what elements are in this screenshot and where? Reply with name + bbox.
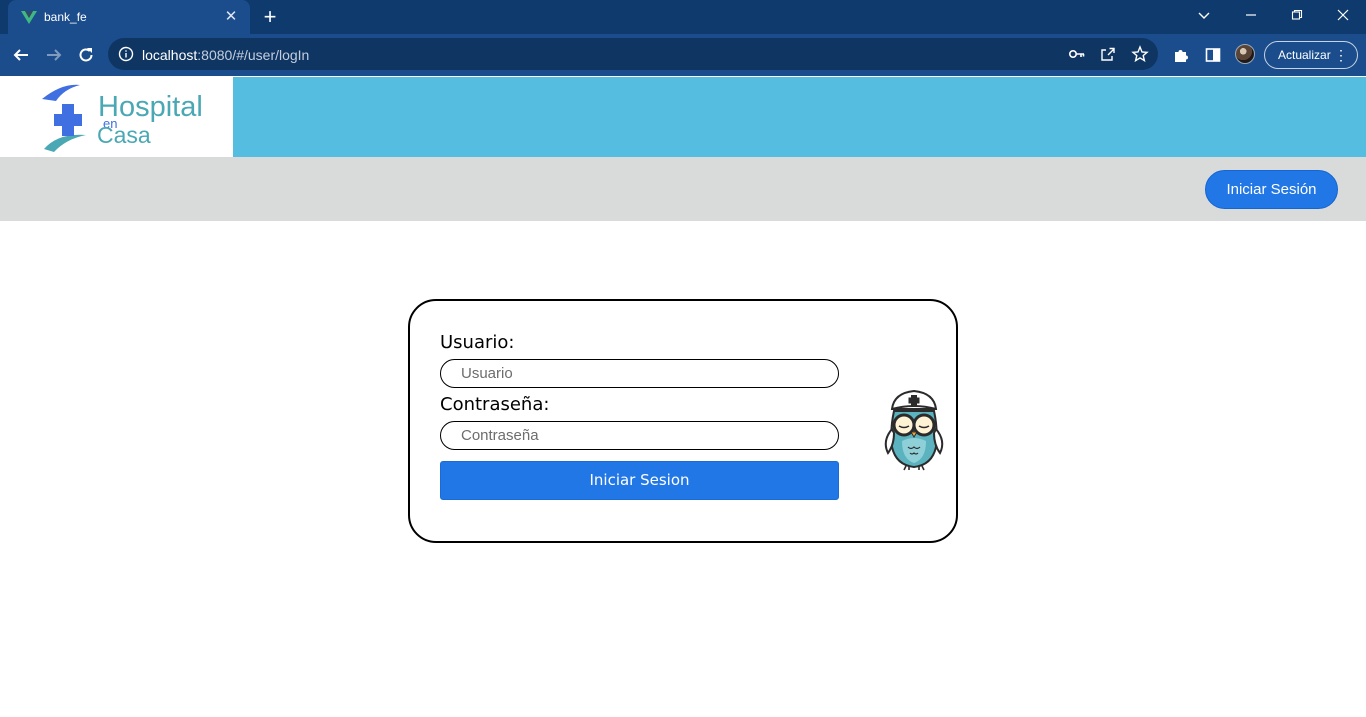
update-browser-button[interactable]: Actualizar ⋮ xyxy=(1264,41,1358,69)
tab-close-icon[interactable]: ✕ xyxy=(222,8,240,26)
side-panel-icon[interactable] xyxy=(1203,45,1223,65)
arrow-left-icon[interactable] xyxy=(8,42,34,68)
key-icon[interactable] xyxy=(1068,45,1086,63)
nav-bar: Iniciar Sesión xyxy=(0,157,1366,221)
browser-tab-bar: bank_fe ✕ + xyxy=(0,0,1366,34)
nurse-owl-icon xyxy=(884,389,944,471)
tab-search-icon[interactable] xyxy=(1181,0,1227,30)
browser-tab[interactable]: bank_fe ✕ xyxy=(8,0,250,34)
minimize-icon[interactable] xyxy=(1228,0,1274,30)
info-icon[interactable] xyxy=(118,46,134,62)
user-label: Usuario: xyxy=(440,332,515,353)
hospital-logo-graphic: Hospital en Casa xyxy=(42,84,203,152)
update-label: Actualizar xyxy=(1278,48,1331,62)
star-icon[interactable] xyxy=(1131,45,1149,63)
password-label: Contraseña: xyxy=(440,394,550,415)
tab-title: bank_fe xyxy=(44,10,87,24)
password-input[interactable] xyxy=(440,421,839,450)
login-submit-button[interactable]: Iniciar Sesion xyxy=(440,461,839,500)
logo-casa-text: Casa xyxy=(97,122,151,148)
site-header: Hospital en Casa xyxy=(0,77,1366,157)
address-bar[interactable]: localhost:8080/#/user/logIn xyxy=(108,38,1158,70)
url-host: localhost xyxy=(142,47,198,63)
restore-icon[interactable] xyxy=(1274,0,1320,30)
url-path: :8080/#/user/logIn xyxy=(197,47,310,63)
browser-toolbar: localhost:8080/#/user/logIn Actualizar ⋮ xyxy=(0,34,1366,76)
reload-icon[interactable] xyxy=(73,42,99,68)
login-nav-button[interactable]: Iniciar Sesión xyxy=(1205,170,1338,209)
vue-logo-icon xyxy=(20,8,38,26)
share-icon[interactable] xyxy=(1099,45,1117,63)
hospital-logo[interactable]: Hospital en Casa xyxy=(0,77,233,157)
arrow-right-icon[interactable] xyxy=(41,42,67,68)
new-tab-button[interactable]: + xyxy=(258,6,282,28)
user-input[interactable] xyxy=(440,359,839,388)
more-menu-icon[interactable]: ⋮ xyxy=(1334,42,1348,68)
login-card: Usuario: Contraseña: Iniciar Sesion xyxy=(408,299,958,543)
close-window-icon[interactable] xyxy=(1320,0,1366,30)
profile-avatar[interactable] xyxy=(1235,44,1255,64)
puzzle-icon[interactable] xyxy=(1171,45,1191,65)
url-text[interactable]: localhost:8080/#/user/logIn xyxy=(142,47,309,63)
